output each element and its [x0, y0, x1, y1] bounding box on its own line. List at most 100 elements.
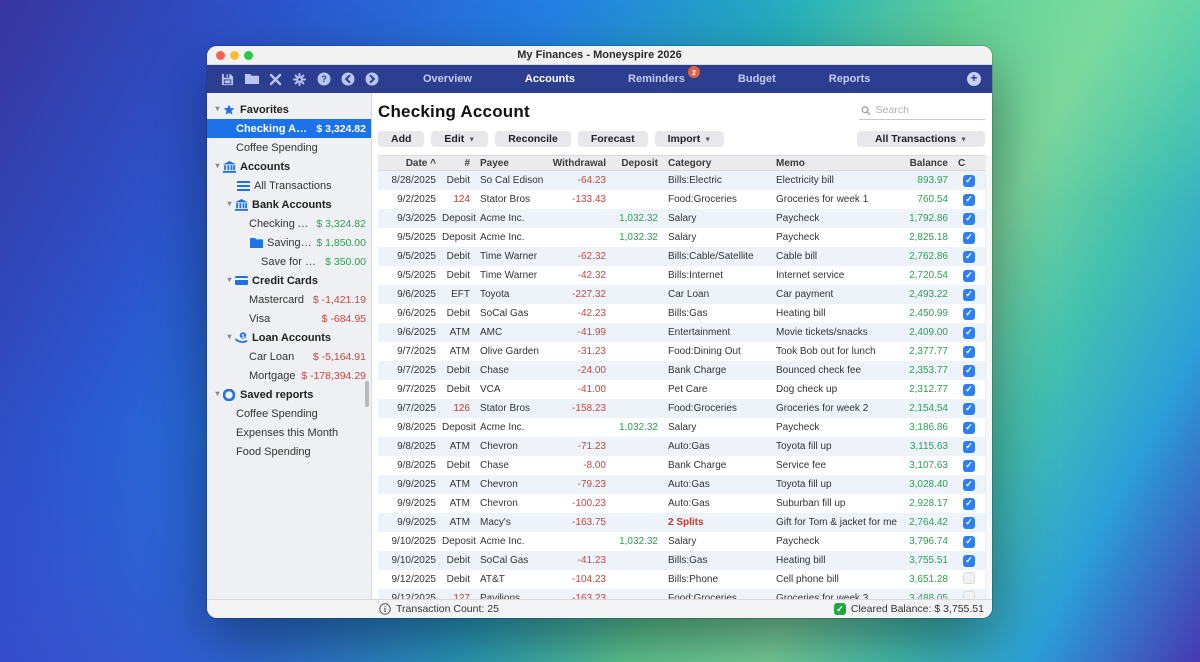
search-input[interactable]	[876, 104, 983, 116]
table-scrollbar[interactable]	[985, 155, 992, 599]
sidebar-item-accounts[interactable]: ▾ Accounts	[207, 157, 372, 176]
table-row[interactable]: 9/7/2025 Debit Chase -24.00 Bank Charge …	[378, 361, 985, 380]
sidebar-item-mortgage[interactable]: ▾ Mortgage $ -178,394.29	[207, 366, 372, 385]
sidebar-item-bank-accounts[interactable]: ▾ Bank Accounts	[207, 195, 372, 214]
cleared-checkbox[interactable]: ✓	[963, 194, 975, 206]
table-row[interactable]: 9/9/2025 ATM Chevron -100.23 Auto:Gas Su…	[378, 494, 985, 513]
table-row[interactable]: 9/2/2025 124 Stator Bros -133.43 Food:Gr…	[378, 190, 985, 209]
cleared-checkbox[interactable]: ✓	[963, 213, 975, 225]
back-icon[interactable]	[340, 72, 355, 87]
sidebar-item-food-spending[interactable]: ▾ Food Spending	[207, 442, 372, 461]
table-row[interactable]: 9/5/2025 Debit Time Warner -62.32 Bills:…	[378, 247, 985, 266]
cleared-checkbox[interactable]: ✓	[963, 346, 975, 358]
table-row[interactable]: 9/7/2025 ATM Olive Garden -31.23 Food:Di…	[378, 342, 985, 361]
sidebar-item-mastercard[interactable]: ▾ Mastercard $ -1,421.19	[207, 290, 372, 309]
edit-button[interactable]: Edit▼	[431, 131, 488, 147]
cleared-checkbox[interactable]: ✓	[963, 517, 975, 529]
column-header-cleared[interactable]: C	[954, 158, 984, 169]
cleared-checkbox[interactable]: ✓	[963, 327, 975, 339]
sidebar-item-saved-reports[interactable]: ▾ Saved reports	[207, 385, 372, 404]
add-account-icon[interactable]: +	[967, 72, 981, 86]
cleared-checkbox[interactable]: ✓	[963, 441, 975, 453]
tools-icon[interactable]	[268, 72, 283, 87]
table-row[interactable]: 9/10/2025 Debit SoCal Gas -41.23 Bills:G…	[378, 551, 985, 570]
tab-overview[interactable]: Overview	[423, 73, 472, 85]
sidebar-item-savings-account[interactable]: ▾ Savings Account $ 1,850.00	[207, 233, 372, 252]
column-header-payee[interactable]: Payee	[476, 158, 552, 169]
sidebar-item-save-for-vacati[interactable]: ▾ Save for Vacati... $ 350.00	[207, 252, 372, 271]
cleared-checkbox[interactable]: ✓	[963, 251, 975, 263]
all-transactions-filter-button[interactable]: All Transactions▼	[857, 131, 985, 147]
table-row[interactable]: 9/8/2025 Debit Chase -8.00 Bank Charge S…	[378, 456, 985, 475]
column-header-category[interactable]: Category	[664, 158, 772, 169]
tab-reports[interactable]: Reports	[829, 73, 871, 85]
cleared-checkbox[interactable]: ✓	[963, 422, 975, 434]
table-row[interactable]: 9/6/2025 ATM AMC -41.99 Entertainment Mo…	[378, 323, 985, 342]
table-row[interactable]: 9/7/2025 Debit VCA -41.00 Pet Care Dog c…	[378, 380, 985, 399]
cleared-checkbox[interactable]: ✓	[963, 403, 975, 415]
table-row[interactable]: 9/9/2025 ATM Macy's -163.75 2 Splits Gif…	[378, 513, 985, 532]
sidebar-item-coffee-spending[interactable]: ▾ Coffee Spending	[207, 404, 372, 423]
sidebar-item-all-transactions[interactable]: ▾ All Transactions	[207, 176, 372, 195]
sidebar-item-credit-cards[interactable]: ▾ Credit Cards	[207, 271, 372, 290]
table-row[interactable]: 9/5/2025 Deposit Acme Inc. 1,032.32 Sala…	[378, 228, 985, 247]
chevron-down-icon[interactable]: ▾	[225, 275, 234, 284]
table-row[interactable]: 9/3/2025 Deposit Acme Inc. 1,032.32 Sala…	[378, 209, 985, 228]
sidebar-item-checking-account[interactable]: ▾ Checking Account $ 3,324.82	[207, 214, 372, 233]
cleared-checkbox[interactable]: ✓	[963, 232, 975, 244]
chevron-down-icon[interactable]: ▾	[225, 199, 234, 208]
cleared-checkbox[interactable]: ✓	[963, 460, 975, 472]
sidebar-item-checking-account[interactable]: ▾ Checking Account $ 3,324.82	[207, 119, 372, 138]
sidebar-item-visa[interactable]: ▾ Visa $ -684.95	[207, 309, 372, 328]
tab-budget[interactable]: Budget	[738, 73, 776, 85]
table-row[interactable]: 9/5/2025 Debit Time Warner -42.32 Bills:…	[378, 266, 985, 285]
cleared-checkbox[interactable]: ✓	[963, 498, 975, 510]
table-row[interactable]: 9/10/2025 Deposit Acme Inc. 1,032.32 Sal…	[378, 532, 985, 551]
sidebar-item-favorites[interactable]: ▾ Favorites	[207, 100, 372, 119]
save-icon[interactable]	[220, 72, 235, 87]
cleared-checkbox[interactable]: ✓	[963, 555, 975, 567]
cleared-checkbox[interactable]: ✓	[963, 384, 975, 396]
cleared-checkbox[interactable]: ✓	[963, 536, 975, 548]
cleared-checkbox[interactable]: ✓	[963, 308, 975, 320]
column-header-withdrawal[interactable]: Withdrawal	[552, 158, 612, 169]
column-header-date[interactable]: Date ^	[384, 158, 442, 169]
cleared-checkbox[interactable]: ✓	[963, 270, 975, 282]
forward-icon[interactable]	[364, 72, 379, 87]
column-header-balance[interactable]: Balance	[904, 158, 954, 169]
table-row[interactable]: 9/12/2025 Debit AT&T -104.23 Bills:Phone…	[378, 570, 985, 589]
column-header-deposit[interactable]: Deposit	[612, 158, 664, 169]
sidebar-scrollbar[interactable]	[365, 381, 369, 407]
settings-gear-icon[interactable]	[292, 72, 307, 87]
table-row[interactable]: 9/6/2025 EFT Toyota -227.32 Car Loan Car…	[378, 285, 985, 304]
import-button[interactable]: Import▼	[655, 131, 725, 147]
sidebar-item-coffee-spending[interactable]: ▾ Coffee Spending	[207, 138, 372, 157]
chevron-down-icon[interactable]: ▾	[213, 389, 222, 398]
table-row[interactable]: 9/7/2025 126 Stator Bros -158.23 Food:Gr…	[378, 399, 985, 418]
table-row[interactable]: 9/8/2025 ATM Chevron -71.23 Auto:Gas Toy…	[378, 437, 985, 456]
tab-reminders[interactable]: Reminders2	[628, 73, 685, 85]
cleared-checkbox[interactable]	[963, 591, 975, 599]
table-row[interactable]: 9/9/2025 ATM Chevron -79.23 Auto:Gas Toy…	[378, 475, 985, 494]
sidebar-item-expenses-this-month[interactable]: ▾ Expenses this Month	[207, 423, 372, 442]
cleared-checkbox[interactable]: ✓	[963, 175, 975, 187]
forecast-button[interactable]: Forecast	[578, 131, 648, 147]
column-header-memo[interactable]: Memo	[772, 158, 904, 169]
search-box[interactable]	[859, 102, 985, 120]
cleared-checkbox[interactable]: ✓	[963, 365, 975, 377]
cleared-checkbox[interactable]: ✓	[963, 289, 975, 301]
column-header-num[interactable]: #	[442, 158, 476, 169]
tab-accounts[interactable]: Accounts	[525, 73, 575, 85]
cleared-checkbox[interactable]	[963, 572, 975, 584]
reconcile-button[interactable]: Reconcile	[495, 131, 571, 147]
sidebar-item-loan-accounts[interactable]: ▾ $ Loan Accounts	[207, 328, 372, 347]
chevron-down-icon[interactable]: ▾	[225, 332, 234, 341]
table-row[interactable]: 8/28/2025 Debit So Cal Edison -64.23 Bil…	[378, 171, 985, 190]
add-button[interactable]: Add	[378, 131, 424, 147]
table-row[interactable]: 9/8/2025 Deposit Acme Inc. 1,032.32 Sala…	[378, 418, 985, 437]
sidebar-item-car-loan[interactable]: ▾ Car Loan $ -5,164.91	[207, 347, 372, 366]
table-row[interactable]: 9/12/2025 127 Pavilions -163.23 Food:Gro…	[378, 589, 985, 599]
chevron-down-icon[interactable]: ▾	[213, 104, 222, 113]
table-header[interactable]: Date ^ # Payee Withdrawal Deposit Catego…	[378, 155, 985, 171]
open-folder-icon[interactable]	[244, 72, 259, 87]
